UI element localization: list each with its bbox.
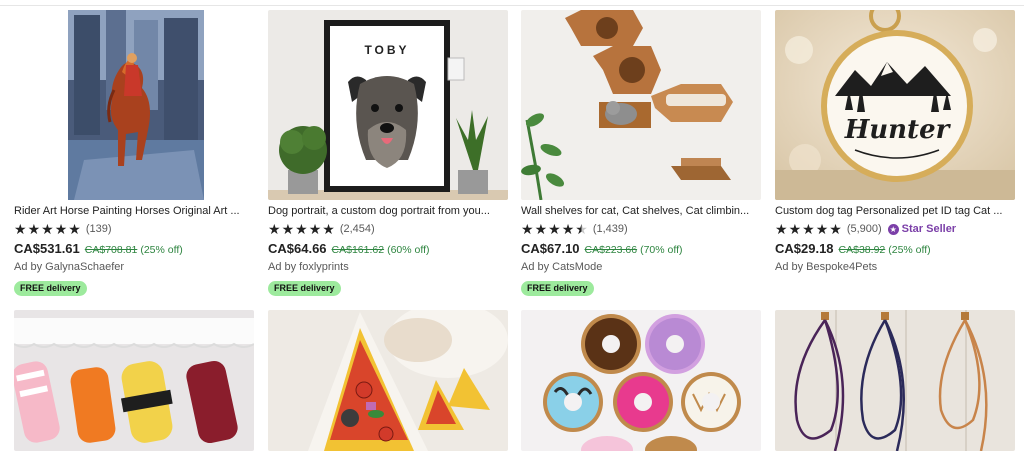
listing-image-cat-shelves[interactable] <box>521 10 761 200</box>
star-seller-badge: ★ Star Seller <box>887 223 957 235</box>
listing-image-rope-leashes[interactable] <box>775 310 1015 451</box>
listing-card[interactable] <box>775 310 1015 451</box>
listing-card[interactable]: Rider Art Horse Painting Horses Original… <box>14 10 254 300</box>
star-icon: ★ <box>268 221 281 237</box>
listing-title[interactable]: Rider Art Horse Painting Horses Original… <box>14 204 254 218</box>
sale-price: CA$29.18 <box>775 241 834 256</box>
review-count: (2,454) <box>339 223 375 235</box>
rating-row: ★ ★ ★ ★ ★ (1,439) <box>521 222 761 236</box>
listing-card[interactable] <box>268 310 508 451</box>
rating-row: ★ ★ ★ ★ ★ (2,454) <box>268 222 508 236</box>
original-price: CA$223.66 <box>584 244 638 256</box>
listing-image-dog-tag[interactable]: Hunter <box>775 10 1015 200</box>
discount-text: (70% off) <box>640 244 683 256</box>
star-icon: ★ <box>68 221 81 237</box>
listing-title[interactable]: Custom dog tag Personalized pet ID tag C… <box>775 204 1015 218</box>
portrait-name-text: TOBY <box>364 43 409 57</box>
listing-image-dog-portrait[interactable]: TOBY <box>268 10 508 200</box>
price-row: CA$531.61 CA$708.81 (25% off) <box>14 241 254 257</box>
listing-card[interactable]: TOBY Dog portrait, a custom dog portrait… <box>268 10 508 300</box>
star-icon: ★ <box>548 221 561 237</box>
listing-card[interactable] <box>14 310 254 451</box>
rating-row: ★ ★ ★ ★ ★ (139) <box>14 222 254 236</box>
star-icon: ★ <box>41 221 54 237</box>
star-icon: ★ <box>802 221 815 237</box>
star-rating: ★ ★ ★ ★ ★ <box>14 222 82 236</box>
listing-image-felt-donuts[interactable] <box>521 310 761 451</box>
star-icon: ★ <box>14 221 27 237</box>
listing-image-felt-sushi-toys[interactable] <box>14 310 254 451</box>
free-delivery-badge: FREE delivery <box>14 281 87 296</box>
price-row: CA$64.66 CA$161.62 (60% off) <box>268 241 508 257</box>
ad-by-shop[interactable]: Ad by Bespoke4Pets <box>775 261 1015 274</box>
star-icon: ★ <box>281 221 295 237</box>
free-delivery-badge: FREE delivery <box>268 281 341 296</box>
original-price: CA$708.81 <box>84 244 138 256</box>
rating-row: ★ ★ ★ ★ ★ (5,900) ★ Star Seller <box>775 222 1015 236</box>
review-count: (1,439) <box>592 223 628 235</box>
price-row: CA$67.10 CA$223.66 (70% off) <box>521 241 761 257</box>
star-icon: ★ <box>788 221 802 237</box>
sale-price: CA$67.10 <box>521 241 580 256</box>
ad-by-shop[interactable]: Ad by foxlyprints <box>268 261 508 274</box>
discount-text: (25% off) <box>140 244 183 256</box>
original-price: CA$161.62 <box>331 244 385 256</box>
free-delivery-badge: FREE delivery <box>521 281 594 296</box>
tag-name-text: Hunter <box>844 115 952 145</box>
star-icon: ★ <box>308 221 322 237</box>
star-seller-icon: ★ <box>887 223 899 235</box>
review-count: (5,900) <box>846 223 882 235</box>
price-row: CA$29.18 CA$38.92 (25% off) <box>775 241 1015 257</box>
star-icon: ★ <box>27 221 41 237</box>
listing-card[interactable]: Wall shelves for cat, Cat shelves, Cat c… <box>521 10 761 300</box>
star-seller-label: Star Seller <box>901 223 957 235</box>
star-icon: ★ <box>322 221 335 237</box>
star-icon: ★ <box>521 221 534 237</box>
listing-image-horse-painting[interactable] <box>14 10 254 200</box>
star-rating: ★ ★ ★ ★ ★ <box>521 222 589 236</box>
original-price: CA$38.92 <box>838 244 886 256</box>
listing-image-felt-pizza-toy[interactable] <box>268 310 508 451</box>
review-count: (139) <box>85 223 112 235</box>
star-icon: ★ <box>54 221 68 237</box>
star-icon: ★ <box>534 221 548 237</box>
star-icon: ★ <box>775 221 788 237</box>
listing-card[interactable]: Hunter Custom dog tag Personalized pet I… <box>775 10 1015 300</box>
listing-title[interactable]: Dog portrait, a custom dog portrait from… <box>268 204 508 218</box>
star-rating: ★ ★ ★ ★ ★ <box>775 222 843 236</box>
listing-title[interactable]: Wall shelves for cat, Cat shelves, Cat c… <box>521 204 761 218</box>
star-rating: ★ ★ ★ ★ ★ <box>268 222 336 236</box>
listing-card[interactable] <box>521 310 761 451</box>
star-icon: ★ <box>829 221 842 237</box>
star-icon: ★ <box>295 221 308 237</box>
star-icon: ★ <box>815 221 829 237</box>
ad-by-shop[interactable]: Ad by GalynaSchaefer <box>14 261 254 274</box>
top-divider <box>0 5 1024 6</box>
star-icon: ★ <box>561 221 575 237</box>
discount-text: (25% off) <box>888 244 931 256</box>
sale-price: CA$531.61 <box>14 241 80 256</box>
discount-text: (60% off) <box>387 244 430 256</box>
sale-price: CA$64.66 <box>268 241 327 256</box>
ad-by-shop[interactable]: Ad by CatsMode <box>521 261 761 274</box>
star-half-icon: ★ <box>575 221 588 237</box>
